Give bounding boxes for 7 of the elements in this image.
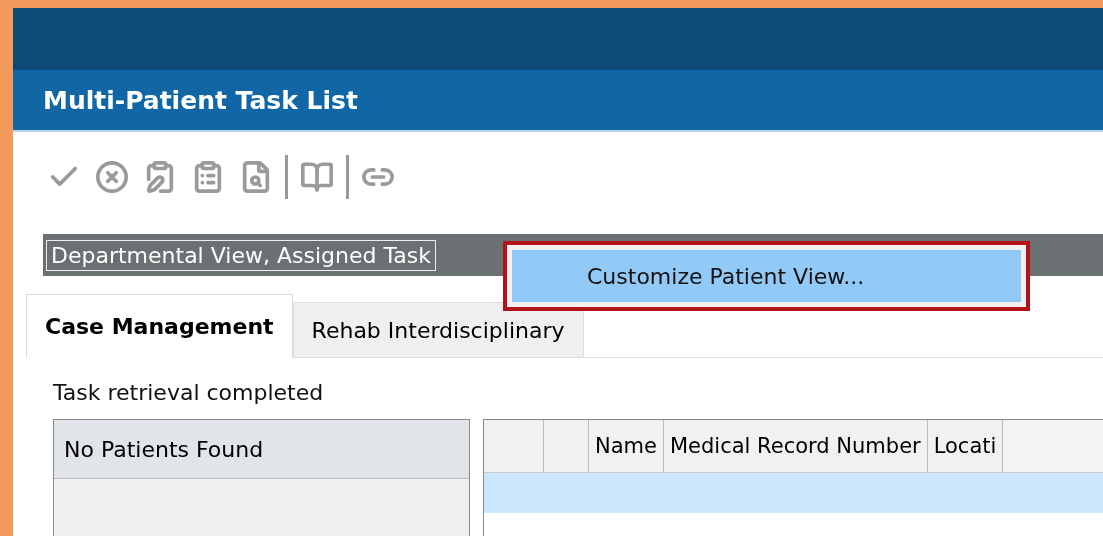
menu-item[interactable]: Customize Patient View...	[512, 250, 1021, 302]
view-selector[interactable]: Departmental View, Assigned Task	[46, 239, 436, 271]
patient-list-header: No Patients Found	[54, 420, 469, 479]
window-title: Multi-Patient Task List	[43, 85, 358, 115]
tab[interactable]: Case Management	[26, 294, 293, 358]
status-text: Task retrieval completed	[53, 380, 325, 405]
tab[interactable]: Rehab Interdisciplinary	[292, 302, 584, 358]
